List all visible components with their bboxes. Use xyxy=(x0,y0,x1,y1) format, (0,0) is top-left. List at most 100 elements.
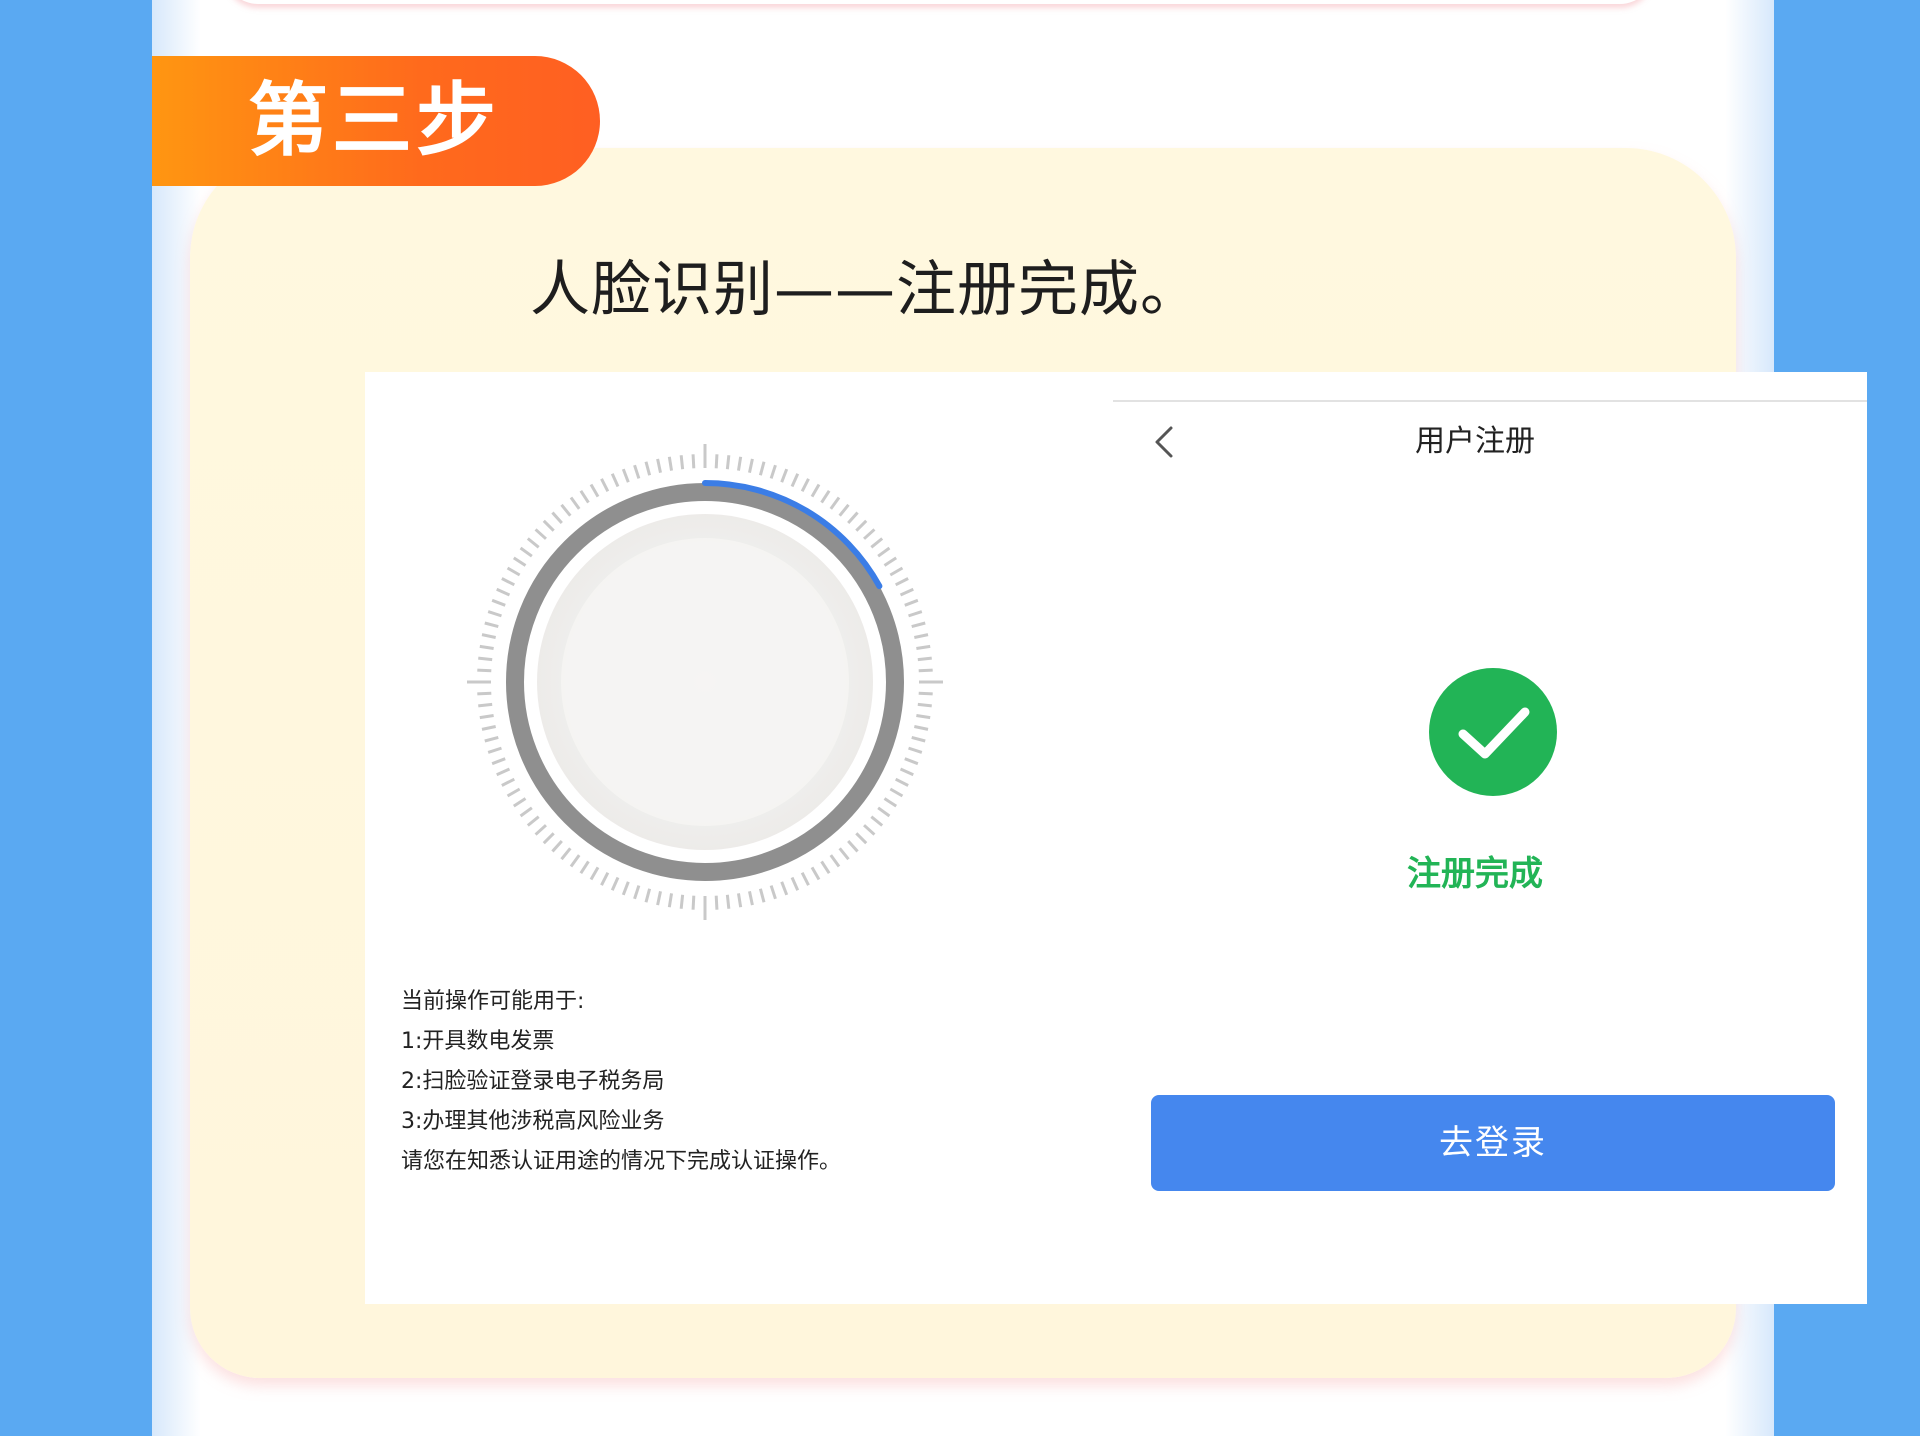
ring-tick xyxy=(899,587,914,597)
ring-tick xyxy=(908,610,923,618)
ring-tick xyxy=(579,489,590,504)
ring-tick xyxy=(790,876,800,891)
ring-tick xyxy=(911,735,926,743)
ring-tick xyxy=(679,455,685,470)
previous-card-edge xyxy=(224,0,1654,4)
face-capture xyxy=(465,442,945,922)
ring-tick xyxy=(621,881,630,896)
ring-tick xyxy=(506,566,521,577)
ring-tick xyxy=(863,824,876,836)
ring-tick xyxy=(914,725,929,731)
ring-tick xyxy=(691,454,696,469)
ring-tick xyxy=(589,866,600,881)
notes-line: 请您在知悉认证用途的情况下完成认证操作。 xyxy=(401,1149,842,1174)
ring-tick xyxy=(820,489,831,504)
ring-tick xyxy=(478,656,493,662)
ring-tick xyxy=(579,860,590,875)
ring-tick xyxy=(600,478,610,493)
ring-tick xyxy=(496,767,511,777)
ring-tick xyxy=(534,528,547,540)
ring-tick xyxy=(512,797,527,808)
ring-tick xyxy=(487,610,502,618)
ring-tick xyxy=(914,633,929,639)
ring-tick xyxy=(899,767,914,777)
ring-tick xyxy=(479,644,494,651)
ring-tick xyxy=(519,546,533,558)
ring-tick xyxy=(542,832,555,845)
ring-tick xyxy=(589,483,600,498)
ring-tick xyxy=(484,735,499,743)
ring-tick xyxy=(916,644,931,651)
ring-tick xyxy=(478,702,493,708)
ring-tick xyxy=(484,621,499,629)
step-headline: 人脸识别——注册完成。 xyxy=(530,255,1201,325)
ring-tick xyxy=(748,458,754,473)
ring-tick xyxy=(855,832,868,845)
ring-tick xyxy=(644,461,652,476)
ring-tick xyxy=(889,566,904,577)
ring-tick xyxy=(769,885,777,900)
step-tab: 第三步 xyxy=(152,56,600,186)
ring-tick xyxy=(883,556,898,567)
ring-tick xyxy=(889,787,904,798)
ring-tick xyxy=(877,806,891,818)
ring-tick xyxy=(894,777,909,787)
ring-tick xyxy=(894,577,909,587)
ring-tick xyxy=(512,556,527,567)
ring-tick xyxy=(551,511,563,524)
ring-tick xyxy=(477,691,492,696)
ring-tick xyxy=(542,519,555,532)
header-divider xyxy=(1113,400,1867,402)
ring-tick xyxy=(847,840,859,853)
ring-tick xyxy=(506,787,521,798)
ring-tick xyxy=(725,455,731,470)
ring-tick xyxy=(916,713,931,720)
ring-tick xyxy=(883,797,898,808)
ring-tick xyxy=(487,746,502,754)
ring-tick xyxy=(610,876,620,891)
ring-tick xyxy=(656,891,662,906)
step-title: 第三步 xyxy=(248,74,500,167)
ring-tick xyxy=(644,888,652,903)
check-circle-icon xyxy=(1429,668,1557,796)
ring-tick xyxy=(870,537,884,549)
ring-tick xyxy=(667,456,674,471)
ring-tick xyxy=(481,725,496,731)
ring-tick xyxy=(877,546,891,558)
ring-tick xyxy=(780,881,789,896)
ring-tick xyxy=(491,598,506,607)
ring-tick xyxy=(526,537,540,549)
ring-tick xyxy=(904,757,919,766)
ring-tick xyxy=(800,871,810,886)
ring-tick xyxy=(501,577,516,587)
ring-tick xyxy=(829,854,841,868)
ring-tick xyxy=(780,468,789,483)
ring-tick xyxy=(560,503,572,517)
ring-tick xyxy=(847,511,859,524)
ring-tick xyxy=(908,746,923,754)
notes-line: 3:办理其他涉税高风险业务 xyxy=(401,1109,665,1134)
ring-tick xyxy=(667,893,674,908)
face-image xyxy=(561,538,849,826)
page-title: 用户注册 xyxy=(1415,424,1535,459)
ring-tick xyxy=(569,854,581,868)
ring-tick xyxy=(736,456,743,471)
ring-tick xyxy=(633,464,641,479)
ring-tick xyxy=(769,464,777,479)
ring-tick xyxy=(560,847,572,861)
ring-tick xyxy=(621,468,630,483)
page: 第三步 人脸识别——注册完成。 当前操作可能用于: 1:开具数电发票 2:扫脸验… xyxy=(152,0,1867,1436)
ring-tick xyxy=(863,528,876,540)
ring-tick xyxy=(904,598,919,607)
ring-tick xyxy=(820,860,831,875)
ring-tick xyxy=(855,519,868,532)
ring-tick xyxy=(600,871,610,886)
ring-tick xyxy=(829,496,841,510)
go-login-button[interactable]: 去登录 xyxy=(1151,1095,1835,1191)
ring-tick xyxy=(725,894,731,909)
ring-tick xyxy=(526,815,540,827)
ring-tick xyxy=(758,461,766,476)
ring-tick xyxy=(810,483,821,498)
chevron-left-icon[interactable] xyxy=(1145,422,1185,462)
screenshot-panel: 当前操作可能用于: 1:开具数电发票 2:扫脸验证登录电子税务局 3:办理其他涉… xyxy=(365,372,1867,1304)
